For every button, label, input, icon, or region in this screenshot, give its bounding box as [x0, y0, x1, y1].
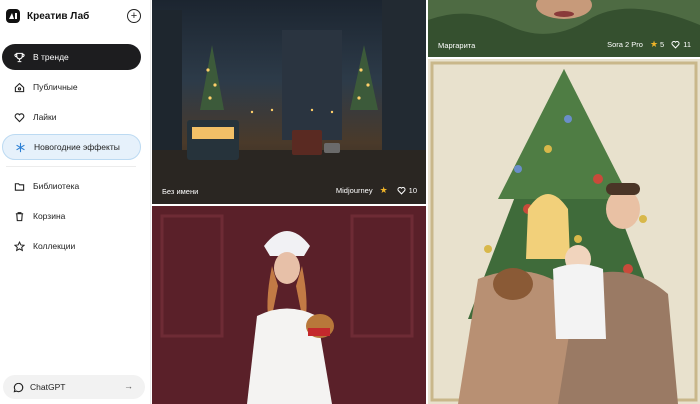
nav-label: Корзина	[33, 211, 66, 221]
heart-icon	[13, 111, 25, 123]
heart-icon	[671, 40, 680, 49]
star-icon: ★	[379, 185, 388, 195]
chatgpt-button[interactable]: ChatGPT →	[3, 375, 145, 399]
card-image	[152, 206, 426, 404]
card-meta: Midjourney ★ 10	[336, 185, 417, 196]
nav-label: Коллекции	[33, 241, 76, 251]
card-caption: Маргарита	[438, 41, 476, 50]
rating-count: 5	[660, 40, 665, 49]
home-icon	[13, 81, 25, 93]
gallery-card[interactable]: Без имени Midjourney ★ 10	[152, 0, 426, 204]
nav-label: Новогодние эффекты	[34, 142, 120, 152]
nav-library[interactable]: Библиотека	[2, 173, 141, 199]
card-meta: Sora 2 Pro ★ 5 11	[607, 39, 691, 50]
star-icon	[13, 240, 25, 252]
nav-public[interactable]: Публичные	[2, 74, 141, 100]
nav-label: Публичные	[33, 82, 78, 92]
trophy-icon	[13, 51, 25, 63]
brand-name: Креатив Лаб	[27, 10, 90, 22]
chatgpt-label: ChatGPT	[30, 382, 66, 392]
brand[interactable]: Креатив Лаб	[6, 9, 89, 23]
rating[interactable]: ★ 5	[650, 39, 664, 50]
gallery-card[interactable]	[428, 59, 700, 404]
trash-icon	[13, 210, 25, 222]
nav-collections[interactable]: Коллекции	[2, 233, 141, 259]
folder-icon	[13, 180, 25, 192]
like-button[interactable]: 10	[397, 186, 417, 195]
divider	[6, 166, 136, 167]
model-label: Midjourney	[335, 186, 373, 195]
new-button[interactable]: +	[127, 9, 141, 23]
gallery-card[interactable]: Маргарита Sora 2 Pro ★ 5 11	[428, 0, 700, 57]
like-button[interactable]: 11	[671, 40, 691, 49]
arrow-right-icon: →	[124, 381, 133, 391]
nav-label: Лайки	[33, 112, 57, 122]
logo-icon	[6, 9, 20, 23]
gallery-card[interactable]	[152, 206, 426, 404]
plus-icon: +	[130, 9, 138, 22]
card-caption: Без имени	[162, 187, 199, 196]
nav-trending[interactable]: В тренде	[2, 44, 141, 70]
sidebar: Креатив Лаб + В тренде Публичные Лайки Н…	[0, 0, 151, 404]
nav-newyear-effects[interactable]: Новогодние эффекты	[2, 134, 141, 160]
card-image	[428, 59, 700, 404]
star-icon: ★	[649, 39, 659, 49]
like-count: 11	[683, 40, 691, 49]
nav-label: Библиотека	[33, 181, 80, 191]
favorite-button[interactable]: ★	[380, 185, 390, 196]
nav-likes[interactable]: Лайки	[2, 104, 141, 130]
model-label: Sora 2 Pro	[607, 40, 643, 49]
app: Креатив Лаб + В тренде Публичные Лайки Н…	[0, 0, 700, 404]
like-count: 10	[408, 186, 417, 195]
chat-icon	[13, 382, 24, 393]
snowflake-icon	[14, 141, 26, 153]
card-image	[152, 0, 426, 204]
heart-icon	[397, 186, 406, 195]
nav-trash[interactable]: Корзина	[2, 203, 141, 229]
nav-label: В тренде	[33, 52, 69, 62]
